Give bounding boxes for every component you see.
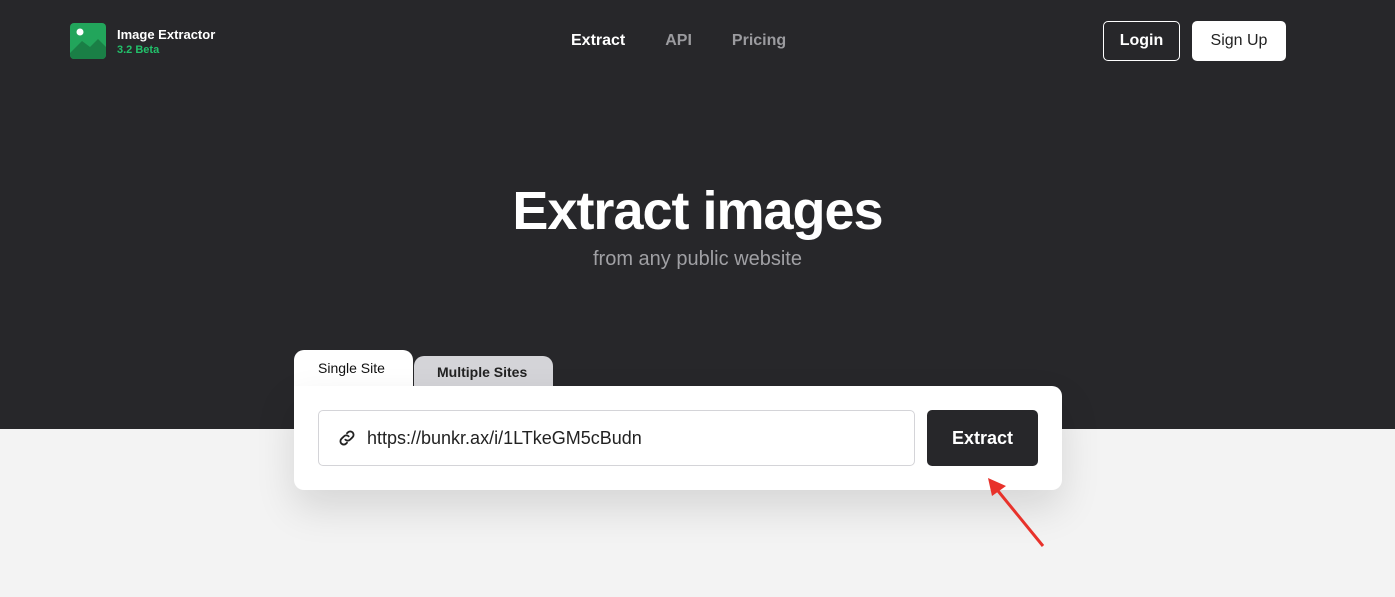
extract-form-card: Extract	[294, 386, 1062, 490]
link-icon	[339, 430, 355, 446]
url-input[interactable]	[367, 427, 907, 449]
red-arrow-annotation	[988, 478, 1045, 547]
login-button[interactable]: Login	[1103, 21, 1180, 61]
brand-name: Image Extractor	[117, 26, 216, 42]
main-nav: Extract API Pricing	[571, 32, 786, 50]
image-icon	[70, 23, 106, 59]
page-title: Extract images	[512, 181, 883, 241]
hero-section: Image Extractor 3.2 Beta Extract API Pri…	[0, 0, 1395, 429]
nav-api[interactable]: API	[665, 32, 692, 50]
tab-single-site[interactable]: Single Site	[294, 350, 413, 390]
page-subtitle: from any public website	[593, 248, 802, 270]
nav-extract[interactable]: Extract	[571, 32, 625, 50]
brand-version: 3.2 Beta	[117, 43, 160, 56]
url-field[interactable]	[318, 410, 915, 466]
tab-multiple-sites[interactable]: Multiple Sites	[414, 356, 553, 386]
nav-pricing[interactable]: Pricing	[732, 32, 786, 50]
extract-button[interactable]: Extract	[927, 410, 1038, 466]
signup-button[interactable]: Sign Up	[1192, 21, 1286, 61]
brand-logo[interactable]: Image Extractor 3.2 Beta	[70, 23, 215, 59]
